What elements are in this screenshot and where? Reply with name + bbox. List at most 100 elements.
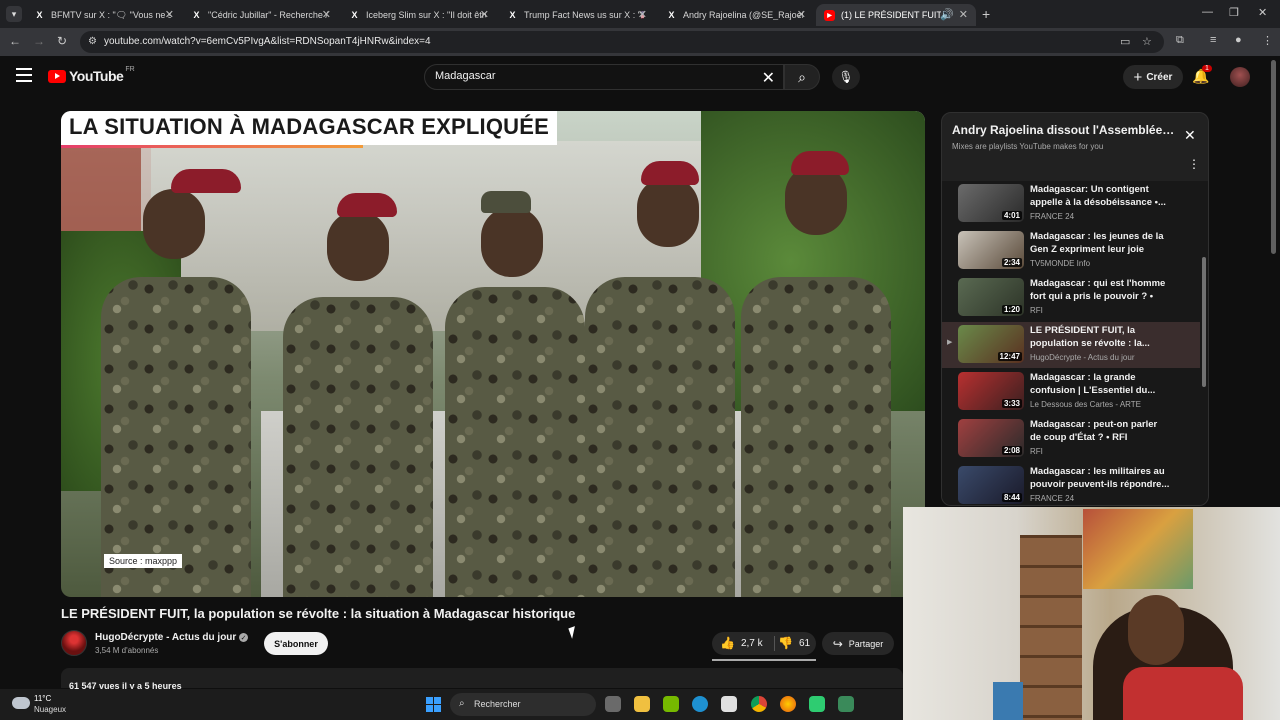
chrome-icon[interactable] <box>751 696 767 712</box>
x-logo-icon: X <box>36 10 43 20</box>
playlist-item-title: Madagascar : les militaires au pouvoir p… <box>1030 466 1170 490</box>
playlist-item-current[interactable]: ▶ 12:47 LE PRÉSIDENT FUIT, la population… <box>942 322 1200 368</box>
cloud-icon[interactable] <box>12 697 30 709</box>
task-view-icon[interactable] <box>605 696 621 712</box>
hamburger-menu-icon[interactable] <box>16 68 32 82</box>
duration-badge: 12:47 <box>997 352 1022 361</box>
playlist-item-channel: RFI <box>1030 447 1043 456</box>
close-playlist-icon[interactable]: ✕ <box>1184 127 1196 144</box>
close-tab-icon[interactable]: ✕ <box>165 8 174 21</box>
playlist-item[interactable]: 8:44 Madagascar : les militaires au pouv… <box>942 463 1200 505</box>
firefox-icon[interactable] <box>780 696 796 712</box>
browser-tab-active[interactable]: ▶ (1) LE PRÉSIDENT FUIT, la p 🔊 ✕ <box>816 4 976 26</box>
playlist-scrollbar[interactable] <box>1202 257 1206 387</box>
close-tab-icon[interactable]: ✕ <box>797 8 806 21</box>
video-thumbnail: 12:47 <box>958 325 1024 363</box>
playlist-item[interactable]: 4:01 Madagascar: Un contigent appelle à … <box>942 181 1200 227</box>
close-tab-icon[interactable]: ✕ <box>480 8 489 21</box>
close-window-icon[interactable]: ✕ <box>1258 6 1267 19</box>
close-tab-icon[interactable]: ✕ <box>322 8 331 21</box>
extensions-icon[interactable]: ⧉ <box>1176 34 1184 47</box>
soldier-3-head <box>481 207 543 277</box>
close-tab-icon[interactable]: ✕ <box>638 8 647 21</box>
playlist-item[interactable]: 2:08 Madagascar : peut-on parler de coup… <box>942 416 1200 462</box>
edge-icon[interactable] <box>692 696 708 712</box>
address-bar[interactable]: ⚙ youtube.com/watch?v=6emCv5PIvgA&list=R… <box>80 31 1164 53</box>
windows-start-icon[interactable] <box>426 697 441 712</box>
mouse-cursor-icon <box>568 626 579 639</box>
close-tab-icon[interactable]: ✕ <box>959 8 968 21</box>
url-text[interactable]: youtube.com/watch?v=6emCv5PIvgA&list=RDN… <box>104 36 431 47</box>
weather-description[interactable]: Nuageux <box>34 705 66 714</box>
mix-playlist-panel: Andry Rajoelina dissout l'Assemblée nati… <box>941 112 1209 506</box>
playlist-title[interactable]: Andry Rajoelina dissout l'Assemblée nati… <box>952 123 1176 137</box>
playlist-item[interactable]: 2:34 Madagascar : les jeunes de la Gen Z… <box>942 228 1200 274</box>
create-label: Créer <box>1146 71 1173 83</box>
app-icon[interactable] <box>809 696 825 712</box>
browser-tab-2[interactable]: X "Cédric Jubillar" - Recherche / X ✕ <box>183 4 339 26</box>
page-scrollbar[interactable] <box>1271 60 1276 254</box>
playlist-item-channel: HugoDécrypte - Actus du jour <box>1030 353 1135 362</box>
share-label: Partager <box>848 638 884 649</box>
playlist-item[interactable]: 1:20 Madagascar : qui est l'homme fort q… <box>942 275 1200 321</box>
browser-tab-5[interactable]: X Andry Rajoelina (@SE_Rajoelina ✕ <box>658 4 814 26</box>
like-button[interactable]: 👍 2,7 k <box>720 636 763 650</box>
account-avatar[interactable] <box>1230 67 1250 87</box>
browser-menu-icon[interactable]: ⋮ <box>1262 34 1273 47</box>
microsoft-store-icon[interactable] <box>721 696 737 712</box>
search-input[interactable] <box>435 70 735 82</box>
bookmark-star-icon[interactable]: ☆ <box>1142 35 1152 48</box>
channel-avatar[interactable] <box>61 630 87 656</box>
playlist-item-channel: FRANCE 24 <box>1030 212 1075 221</box>
source-caption: Source : maxppp <box>104 554 183 568</box>
thumbs-up-icon: 👍 <box>720 636 735 650</box>
profile-icon[interactable]: ● <box>1235 34 1242 46</box>
browser-tab-4[interactable]: X Trump Fact News us sur X : "🇺🇸 ✕ <box>499 4 655 26</box>
subscribe-button[interactable]: S'abonner <box>264 632 328 655</box>
xbox-icon[interactable] <box>838 696 854 712</box>
subscriber-count: 3,54 M d'abonnés <box>95 646 159 655</box>
tab-search-button[interactable]: ▾ <box>6 6 22 22</box>
playlist-item[interactable]: 3:33 Madagascar : la grande confusion | … <box>942 369 1200 415</box>
chair <box>993 682 1023 720</box>
browser-tab-1[interactable]: X BFMTV sur X : "🗨 "Vous ne se ✕ <box>26 4 182 26</box>
voice-search-button[interactable]: 🎙 <box>832 64 860 90</box>
video-overlay-title: LA SITUATION À MADAGASCAR EXPLIQUÉE <box>61 111 558 145</box>
channel-name[interactable]: HugoDécrypte - Actus du jour <box>95 632 236 643</box>
youtube-logo[interactable]: YouTube FR <box>48 66 135 84</box>
forward-icon[interactable]: → <box>33 34 45 48</box>
video-thumbnail: 3:33 <box>958 372 1024 410</box>
share-button[interactable]: ↪ Partager <box>822 632 894 655</box>
playlist-item-title: Madagascar : les jeunes de la Gen Z expr… <box>1030 231 1164 255</box>
site-info-icon[interactable]: ⚙ <box>88 36 97 47</box>
taskbar-search-label: Rechercher <box>474 699 521 709</box>
clear-search-icon[interactable]: ✕ <box>762 68 775 88</box>
soldier-3 <box>445 287 585 597</box>
share-arrow-icon: ↪ <box>832 636 843 651</box>
restore-icon[interactable]: ❐ <box>1229 6 1239 19</box>
description-box[interactable] <box>61 668 903 688</box>
dislike-button[interactable]: 👎 61 <box>778 636 810 650</box>
taskbar-search[interactable]: ⌕ Rechercher <box>450 693 596 716</box>
dislike-count: 61 <box>798 637 811 649</box>
speaker-icon[interactable]: 🔊 <box>940 8 954 21</box>
search-button[interactable]: ⌕ <box>784 64 820 90</box>
reload-icon[interactable]: ↻ <box>57 34 67 48</box>
more-options-icon[interactable]: ⋮ <box>1188 157 1200 171</box>
browser-tab-3[interactable]: X Iceberg Slim sur X : "Il doit être ✕ <box>341 4 497 26</box>
youtube-wordmark: YouTube <box>69 68 124 84</box>
video-player[interactable]: LA SITUATION À MADAGASCAR EXPLIQUÉE Sour… <box>61 111 925 597</box>
media-controls-icon[interactable]: ≡ <box>1210 34 1216 46</box>
verified-check-icon: ✓ <box>239 633 248 642</box>
browser-tab-bar: ▾ X BFMTV sur X : "🗨 "Vous ne se ✕ X "Cé… <box>0 0 1280 28</box>
cast-icon[interactable]: ▭ <box>1120 35 1130 48</box>
overlay-accent-bar <box>61 145 363 148</box>
back-icon[interactable]: ← <box>9 34 21 48</box>
new-tab-button[interactable]: + <box>982 6 990 22</box>
nvidia-icon[interactable] <box>663 696 679 712</box>
file-explorer-icon[interactable] <box>634 696 650 712</box>
minimize-icon[interactable]: — <box>1202 6 1213 18</box>
playlist-item-title: Madagascar : qui est l'homme fort qui a … <box>1030 278 1166 302</box>
weather-temperature[interactable]: 11°C <box>34 694 51 703</box>
create-button[interactable]: + Créer <box>1123 65 1183 89</box>
